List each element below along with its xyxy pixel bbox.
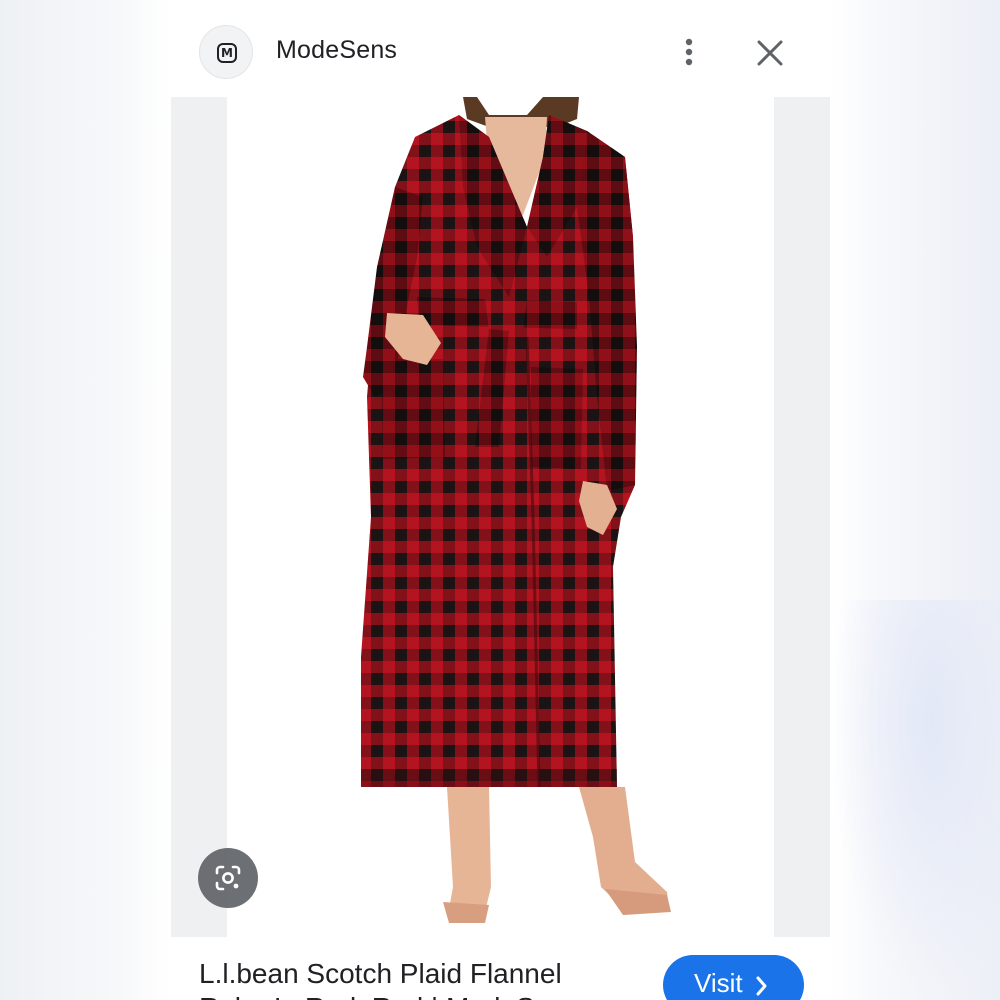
more-vert-icon[interactable]	[677, 34, 701, 70]
modesens-logo-icon: M	[217, 43, 237, 63]
product-image[interactable]	[227, 97, 774, 937]
visit-button[interactable]: Visit	[663, 955, 804, 1000]
image-preview-card: M ModeSens L.l.bean Scotch Plaid Flannel…	[171, 0, 830, 1000]
background-blur	[830, 600, 1000, 1000]
google-lens-icon[interactable]	[198, 848, 258, 908]
site-name[interactable]: ModeSens	[276, 36, 397, 65]
visit-button-label: Visit	[694, 968, 743, 998]
close-icon[interactable]	[754, 37, 786, 69]
preview-header: M ModeSens	[171, 0, 830, 97]
product-info-bar: L.l.bean Scotch Plaid Flannel Robe In Re…	[171, 937, 830, 1000]
site-logo[interactable]: M	[199, 25, 253, 79]
chevron-right-icon	[755, 973, 769, 1000]
image-area	[171, 97, 830, 937]
product-title[interactable]: L.l.bean Scotch Plaid Flannel	[199, 957, 639, 991]
product-title-line2[interactable]: Robe In Red. Red | ModeSens	[199, 991, 580, 1000]
